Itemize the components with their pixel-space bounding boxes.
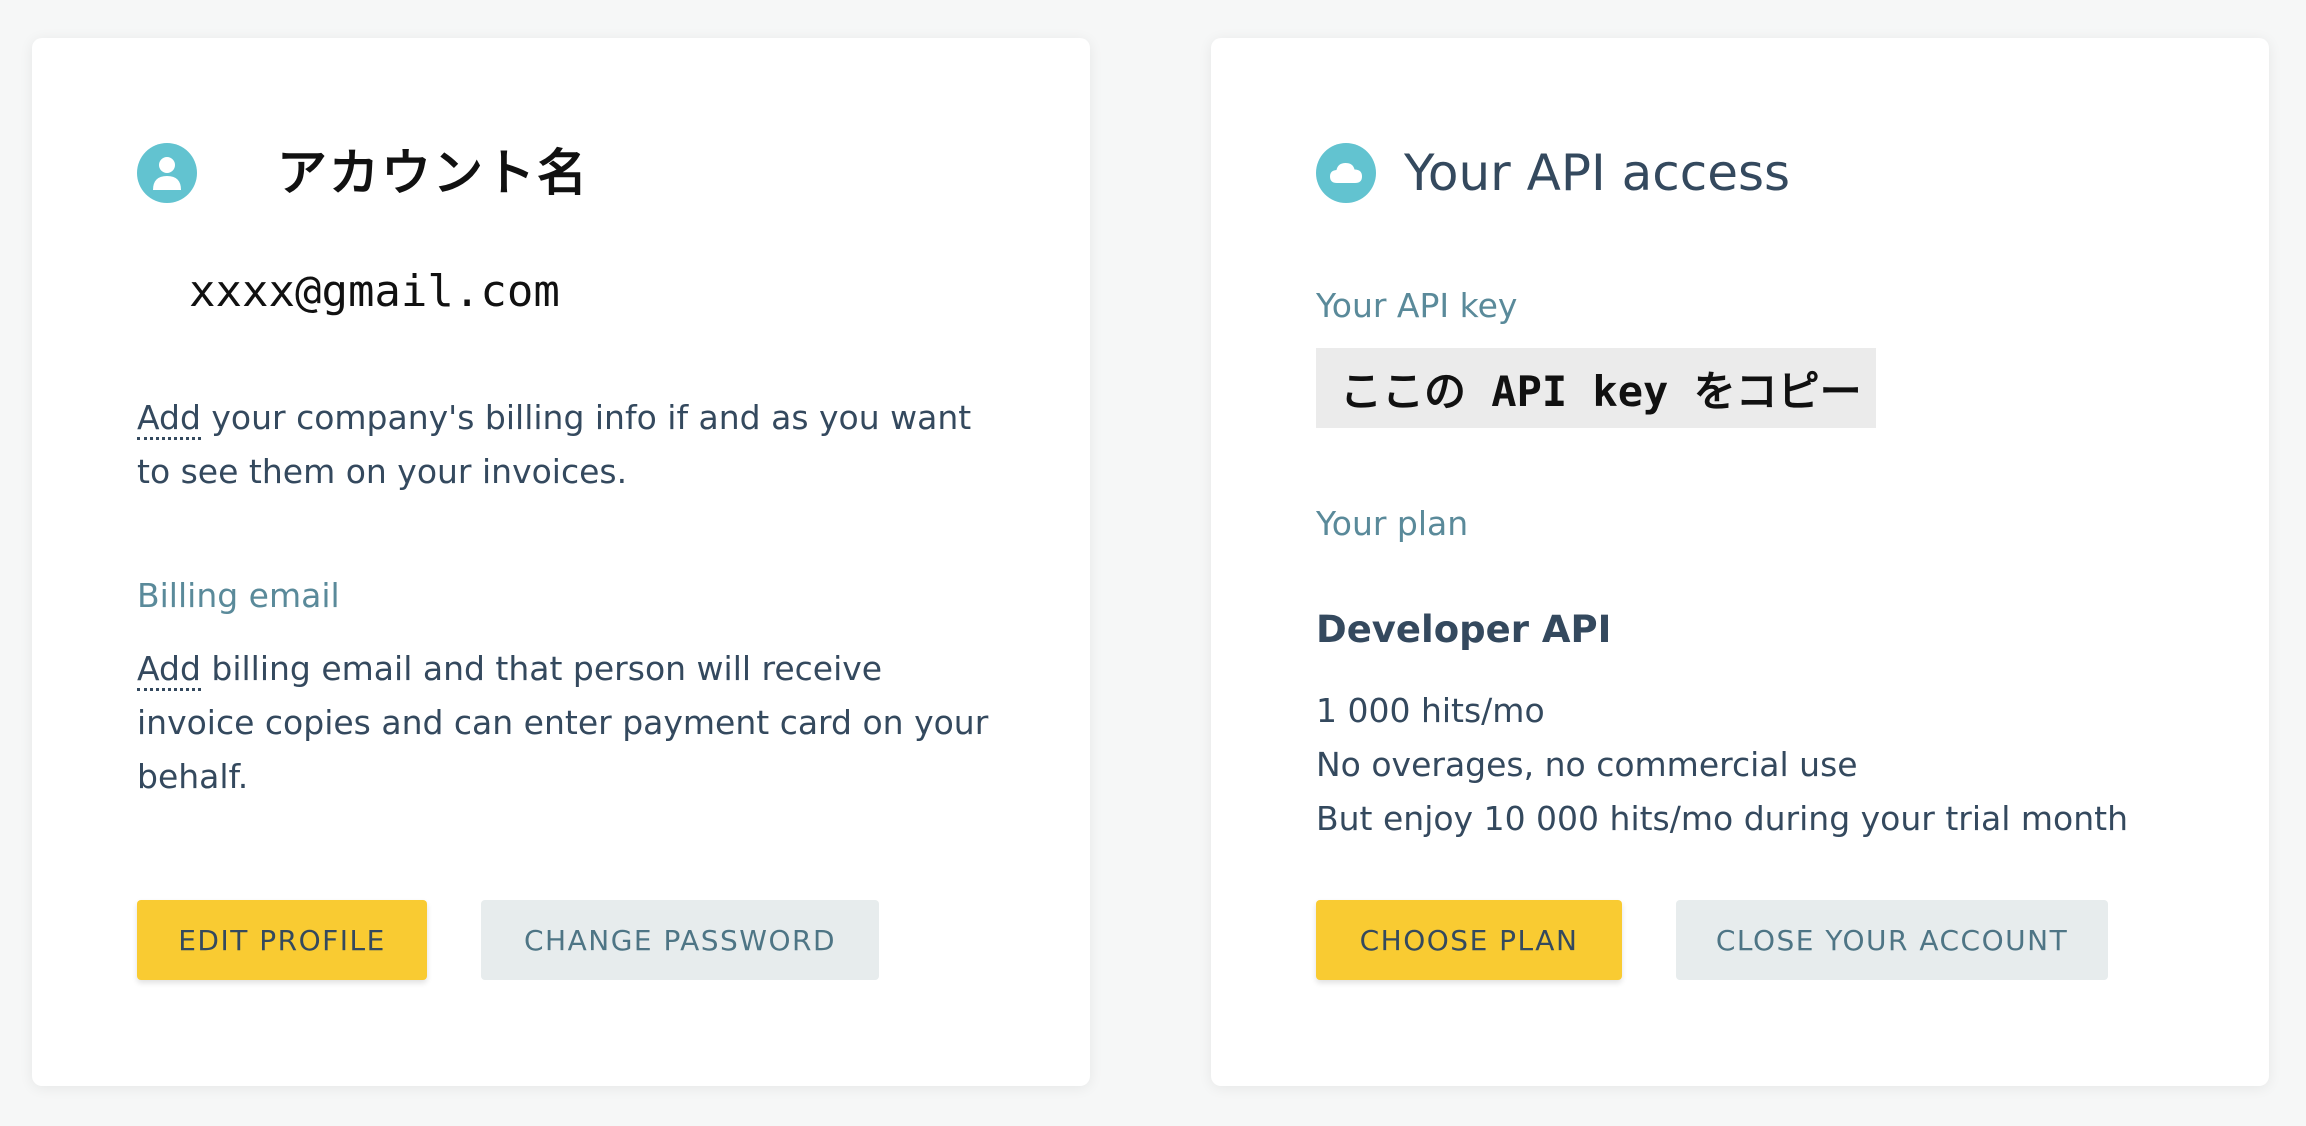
billing-email-description: Add billing email and that person will r… xyxy=(137,642,997,804)
billing-email-text: billing email and that person will recei… xyxy=(137,649,989,796)
api-card-content: Your API access Your API key ここの API key… xyxy=(1316,38,2229,1086)
plan-label: Your plan xyxy=(1316,504,1469,543)
add-billing-info-link[interactable]: Add xyxy=(137,398,201,440)
account-email: xxxx@gmail.com xyxy=(189,266,560,317)
edit-profile-button[interactable]: EDIT PROFILE xyxy=(137,900,427,980)
billing-email-label: Billing email xyxy=(137,576,340,615)
plan-detail-line: No overages, no commercial use xyxy=(1316,745,1858,784)
plan-name: Developer API xyxy=(1316,608,1612,651)
api-access-title: Your API access xyxy=(1404,144,1791,202)
plan-details: 1 000 hits/mo No overages, no commercial… xyxy=(1316,684,2128,846)
api-access-card: Your API access Your API key ここの API key… xyxy=(1211,38,2269,1086)
api-key-value[interactable]: ここの API key をコピー xyxy=(1316,348,1876,428)
close-account-button[interactable]: CLOSE YOUR ACCOUNT xyxy=(1676,900,2108,980)
plan-detail-line: 1 000 hits/mo xyxy=(1316,691,1545,730)
cloud-icon xyxy=(1316,143,1376,203)
user-icon xyxy=(137,143,197,203)
account-card-content: アカウント名 xxxx@gmail.com Add your company's… xyxy=(137,38,1050,1086)
add-billing-email-link[interactable]: Add xyxy=(137,649,201,691)
billing-info-description: Add your company's billing info if and a… xyxy=(137,391,997,499)
billing-info-text: your company's billing info if and as yo… xyxy=(137,398,972,491)
account-card: アカウント名 xxxx@gmail.com Add your company's… xyxy=(32,38,1090,1086)
choose-plan-button[interactable]: CHOOSE PLAN xyxy=(1316,900,1622,980)
change-password-button[interactable]: CHANGE PASSWORD xyxy=(481,900,879,980)
account-name-title: アカウント名 xyxy=(277,144,589,202)
api-key-label: Your API key xyxy=(1316,286,1518,325)
plan-detail-line: But enjoy 10 000 hits/mo during your tri… xyxy=(1316,799,2128,838)
